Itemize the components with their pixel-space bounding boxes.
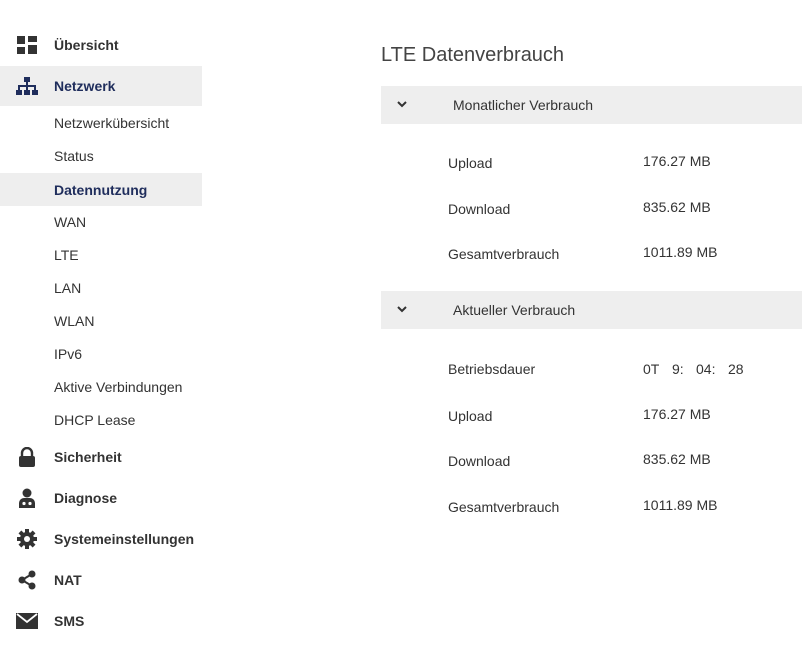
total-label: Gesamtverbrauch [448,246,560,262]
sidebar: Übersicht Netzwerk Netzwerkübersicht Sta… [0,0,202,648]
dashboard-icon [16,34,38,56]
sidebar-subitem-wan[interactable]: WAN [0,205,202,238]
total-value: 1011.89 MB [643,497,718,513]
sidebar-item-label: NAT [54,572,82,588]
sidebar-item-label: SMS [54,613,85,629]
sidebar-subitem-lte[interactable]: LTE [0,238,202,271]
upload-value: 176.27 MB [643,406,711,422]
section-title: Monatlicher Verbrauch [453,97,594,113]
chevron-down-icon [395,302,409,316]
sitemap-icon [16,75,38,97]
sidebar-subitem-status[interactable]: Status [0,139,202,172]
sidebar-item-nat[interactable]: NAT [0,560,202,600]
sidebar-item-sms[interactable]: SMS [0,601,202,641]
section-header-current[interactable]: Aktueller Verbrauch [381,291,802,329]
download-value: 835.62 MB [643,451,711,467]
sidebar-subitem-label: WLAN [54,312,95,329]
sidebar-item-diagnostics[interactable]: Diagnose [0,478,202,518]
page-title: LTE Datenverbrauch [381,44,565,66]
sidebar-subitem-ipv6[interactable]: IPv6 [0,337,202,370]
uptime-hours: 9: [672,361,684,377]
sidebar-item-label: Übersicht [54,37,119,53]
upload-label: Upload [448,155,493,171]
sidebar-subitem-label: LTE [54,246,79,263]
uptime-minutes: 04: [696,361,716,377]
sidebar-subitem-label: Datennutzung [54,181,148,198]
envelope-icon [16,610,38,632]
uptime-value: 0T 9: 04: 28 [643,361,744,377]
lock-icon [16,446,38,468]
gear-icon [16,528,38,550]
sidebar-subitem-label: WAN [54,213,87,230]
chevron-down-icon [395,97,409,111]
download-value: 835.62 MB [643,199,711,215]
sidebar-subitem-label: LAN [54,279,82,296]
sidebar-item-network[interactable]: Netzwerk [0,66,202,106]
sidebar-subitem-wlan[interactable]: WLAN [0,304,202,337]
sidebar-subitem-label: Netzwerkübersicht [54,114,170,131]
sidebar-item-overview[interactable]: Übersicht [0,25,202,65]
uptime-days: 0T [643,361,660,377]
sidebar-subitem-lan[interactable]: LAN [0,271,202,304]
sidebar-item-label: Diagnose [54,490,118,506]
uptime-label: Betriebsdauer [448,361,536,377]
sidebar-item-label: Systemeinstellungen [54,531,195,547]
sidebar-subitem-label: DHCP Lease [54,411,136,428]
doctor-icon [16,487,38,509]
sidebar-item-system-settings[interactable]: Systemeinstellungen [0,519,202,559]
share-icon [16,569,38,591]
section-title: Aktueller Verbrauch [453,302,576,318]
total-label: Gesamtverbrauch [448,499,560,515]
sidebar-item-label: Sicherheit [54,449,122,465]
sidebar-subitem-dhcp-lease[interactable]: DHCP Lease [0,403,202,436]
sidebar-subitem-active-connections[interactable]: Aktive Verbindungen [0,370,202,403]
uptime-seconds: 28 [728,361,744,377]
sidebar-subitem-label: IPv6 [54,345,83,362]
sidebar-subitem-data-usage[interactable]: Datennutzung [0,173,202,206]
download-label: Download [448,453,511,469]
total-value: 1011.89 MB [643,244,718,260]
sidebar-subitem-label: Aktive Verbindungen [54,378,183,395]
sidebar-item-label: Netzwerk [54,78,116,94]
download-label: Download [448,201,511,217]
upload-label: Upload [448,408,493,424]
sidebar-subitem-label: Status [54,147,94,164]
upload-value: 176.27 MB [643,153,711,169]
section-header-monthly[interactable]: Monatlicher Verbrauch [381,86,802,124]
sidebar-subitem-network-overview[interactable]: Netzwerkübersicht [0,106,202,139]
sidebar-item-security[interactable]: Sicherheit [0,437,202,477]
